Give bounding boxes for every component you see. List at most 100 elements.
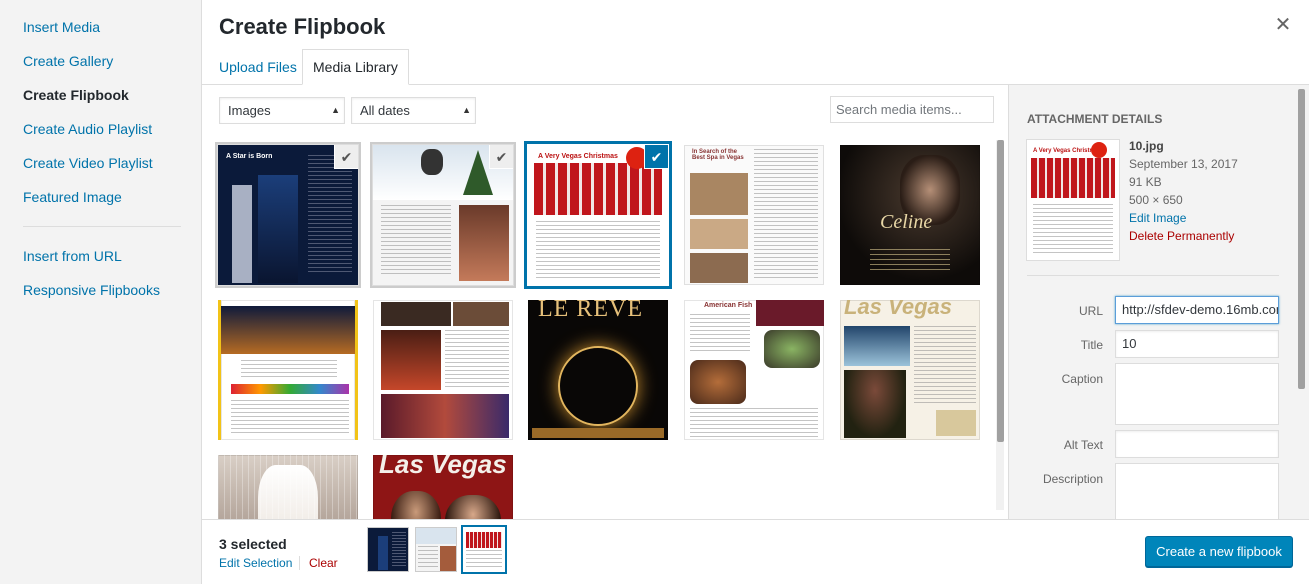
close-icon[interactable]: ✕ (1272, 14, 1294, 36)
thumb-art (536, 221, 660, 281)
thumb-art (440, 546, 456, 571)
dropdown-arrow-icon: ▲ (462, 105, 471, 115)
thumb-art (690, 408, 818, 438)
menu-create-gallery[interactable]: Create Gallery (23, 53, 113, 69)
alt-text-field[interactable] (1115, 430, 1279, 458)
grid-scrollbar[interactable] (997, 140, 1004, 442)
thumb-art (534, 163, 662, 215)
media-item-hotel-ad[interactable] (218, 300, 358, 440)
thumb-caption: LE REVE (538, 300, 643, 322)
thumb-art (418, 546, 438, 570)
sidebar-scrollbar[interactable] (1298, 89, 1305, 389)
details-separator (1027, 275, 1279, 276)
tab-media-library[interactable]: Media Library (302, 49, 409, 85)
menu-create-flipbook[interactable]: Create Flipbook (23, 87, 129, 103)
thumb-art (308, 155, 352, 275)
clear-selection-link[interactable]: Clear (309, 556, 338, 570)
thumb-art (1031, 158, 1115, 198)
tab-upload-files[interactable]: Upload Files (209, 50, 307, 85)
search-input[interactable] (830, 96, 994, 123)
menu-featured-image[interactable]: Featured Image (23, 189, 122, 205)
thumb-caption: Las Vegas (379, 455, 507, 479)
thumb-art (466, 550, 502, 570)
caption-label: Caption (1061, 372, 1103, 386)
attachment-info: 10.jpg September 13, 2017 91 KB 500 × 65… (1129, 137, 1238, 245)
media-router-menu: Insert Media Create Gallery Create Flipb… (0, 0, 202, 584)
alt-text-label: Alt Text (1063, 438, 1103, 452)
thumb-art (241, 360, 337, 380)
checkmark-icon[interactable]: ✔ (644, 145, 668, 169)
media-item-pbr-rock-bar[interactable] (373, 300, 513, 440)
date-filter[interactable]: All dates ▲ (351, 97, 476, 124)
thumb-art (231, 384, 349, 394)
thumb-caption: In Search of the Best Spa in Vegas (692, 149, 744, 161)
thumb-art (870, 249, 950, 273)
thumb-art (690, 360, 746, 404)
media-item-a-star-is-born[interactable]: A Star is Born ✔ (218, 145, 358, 285)
thumb-caption: Celine (880, 211, 933, 233)
thumb-art (453, 302, 509, 326)
caption-field[interactable] (1115, 363, 1279, 425)
thumb-art (764, 330, 820, 368)
title-label: Title (1080, 338, 1103, 352)
description-label: Description (1042, 472, 1103, 486)
selected-thumb-vegas-christmas[interactable] (464, 528, 504, 571)
edit-image-link[interactable]: Edit Image (1129, 209, 1238, 227)
thumb-art (231, 400, 349, 434)
media-type-filter[interactable]: Images ▲ (219, 97, 345, 124)
thumb-art (445, 330, 509, 390)
menu-insert-from-url[interactable]: Insert from URL (23, 248, 122, 264)
media-item-las-vegas-contents[interactable]: Las Vegas (840, 300, 980, 440)
dropdown-arrow-icon: ▲ (331, 105, 340, 115)
selected-thumb-ski-page[interactable] (416, 528, 456, 571)
media-item-ski-page[interactable]: ✔ (373, 145, 513, 285)
attachment-details-sidebar: Attachment Details A Very Vegas Christma… (1008, 85, 1309, 519)
media-item-le-reve[interactable]: LE REVE (528, 300, 668, 440)
media-item-vegas-christmas[interactable]: A Very Vegas Christmas ✔ (528, 145, 668, 285)
checkmark-icon[interactable]: ✔ (334, 145, 358, 169)
title-field[interactable]: 10 (1115, 330, 1279, 358)
delete-permanently-link[interactable]: Delete Permanently (1129, 227, 1238, 245)
thumb-art (1091, 142, 1107, 158)
media-grid: A Star is Born ✔ ✔ A Very Vegas Christma… (202, 130, 1008, 519)
thumb-art (381, 205, 451, 275)
attachment-date: September 13, 2017 (1129, 157, 1238, 171)
thumb-caption: American Fish (704, 302, 753, 309)
thumb-caption: A Star is Born (226, 153, 273, 160)
menu-create-audio-playlist[interactable]: Create Audio Playlist (23, 121, 152, 137)
thumb-caption: Las Vegas (844, 300, 953, 319)
thumb-art (459, 205, 509, 281)
description-field[interactable] (1115, 463, 1279, 519)
thumb-art (218, 455, 358, 519)
media-type-filter-value: Images (228, 103, 271, 118)
thumb-art (558, 346, 638, 426)
checkmark-icon[interactable]: ✔ (489, 145, 513, 169)
media-item-bridal[interactable] (218, 455, 358, 519)
menu-insert-media[interactable]: Insert Media (23, 19, 100, 35)
thumb-art (936, 410, 976, 436)
selected-thumb-a-star-is-born[interactable] (368, 528, 408, 571)
menu-responsive-flipbooks[interactable]: Responsive Flipbooks (23, 282, 160, 298)
edit-selection-link[interactable]: Edit Selection (219, 556, 292, 570)
thumb-art (754, 149, 818, 281)
create-new-flipbook-button[interactable]: Create a new flipbook (1145, 536, 1293, 567)
media-item-american-fish[interactable]: American Fish (684, 300, 824, 440)
attachment-dimensions: 500 × 650 (1129, 193, 1183, 207)
menu-create-video-playlist[interactable]: Create Video Playlist (23, 155, 153, 171)
thumb-art (392, 532, 406, 568)
thumb-art (391, 491, 441, 519)
media-item-las-vegas-cover[interactable]: Las Vegas (373, 455, 513, 519)
thumb-art (690, 314, 750, 354)
modal-title: Create Flipbook (219, 14, 386, 39)
media-item-best-spa[interactable]: In Search of the Best Spa in Vegas (684, 145, 824, 285)
url-field[interactable]: http://sfdev-demo.16mb.com/wp-content/up… (1115, 296, 1279, 324)
thumb-art (445, 495, 501, 519)
thumb-art (844, 370, 906, 438)
media-item-celine[interactable]: Celine (840, 145, 980, 285)
attachment-filename: 10.jpg (1129, 139, 1164, 153)
thumb-art (258, 175, 298, 283)
date-filter-value: All dates (360, 103, 410, 118)
thumb-art (532, 428, 664, 438)
thumb-art (381, 302, 451, 326)
thumb-art (381, 394, 509, 438)
